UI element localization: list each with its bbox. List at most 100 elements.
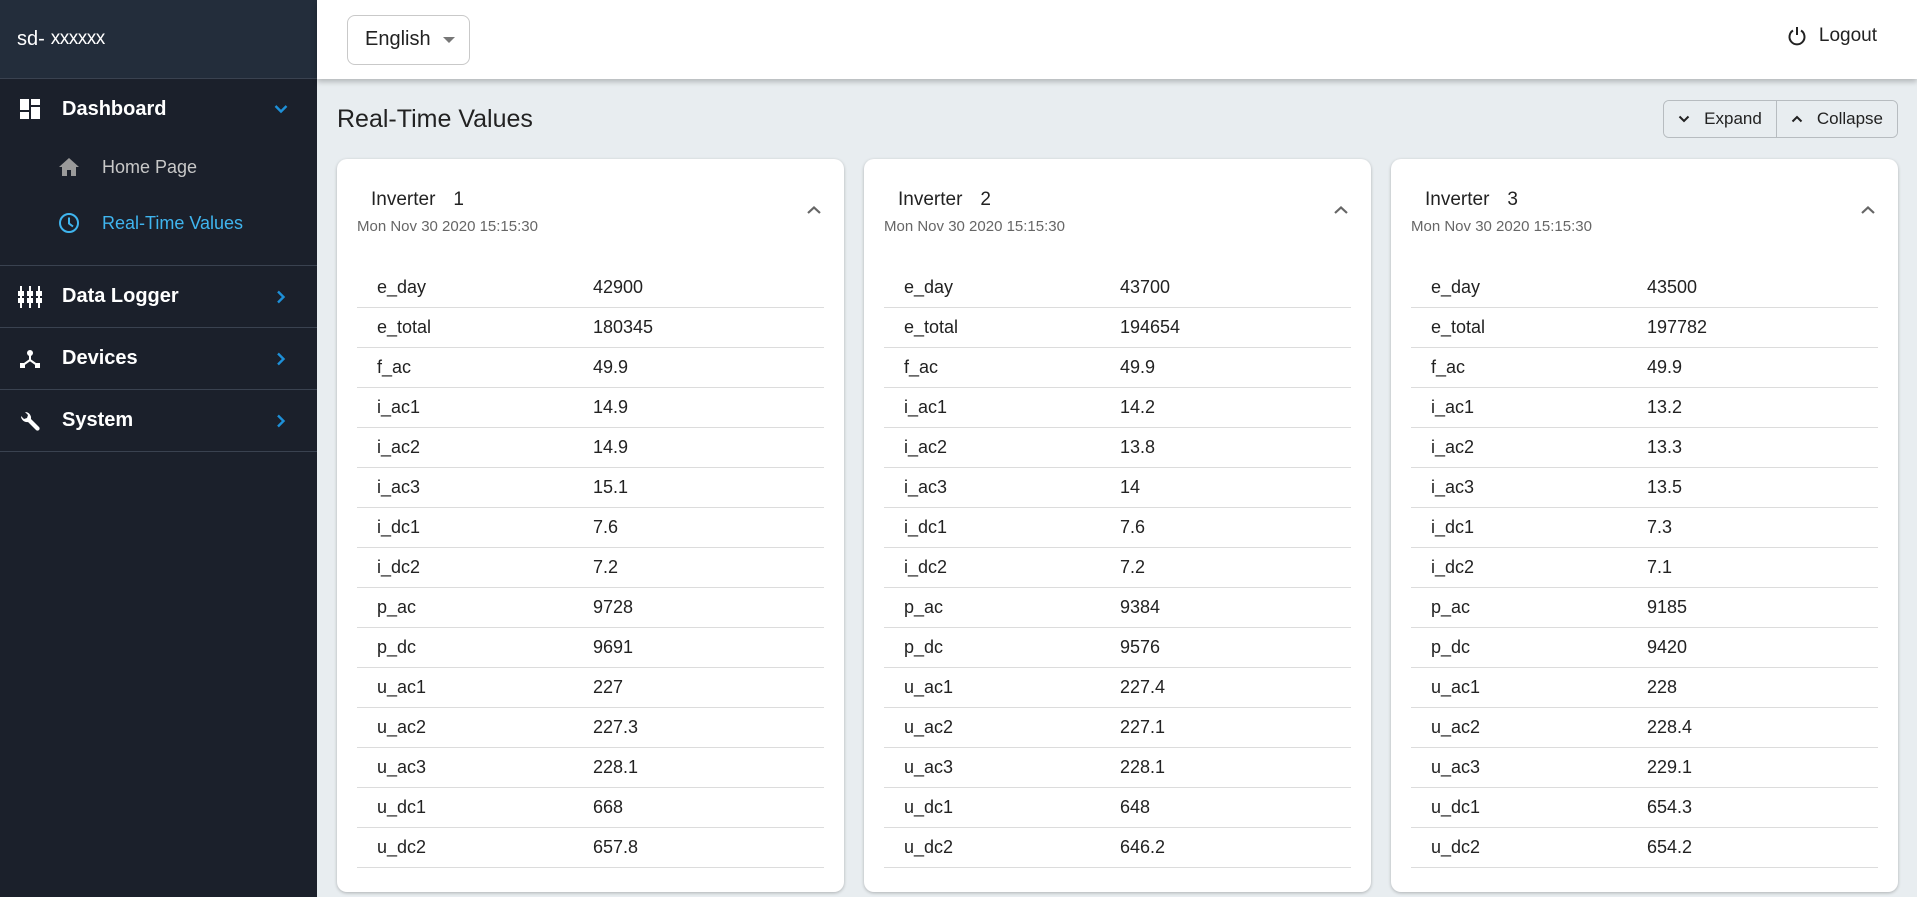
language-select-value: English	[365, 28, 431, 50]
sidebar-brand: sd- xxxxxx	[0, 0, 317, 79]
card-timestamp: Mon Nov 30 2020 15:15:30	[884, 218, 1065, 235]
table-row: i_dc2 7.2	[884, 547, 1351, 588]
row-value: 13.8	[1120, 427, 1351, 468]
table-row: i_ac2 14.9	[357, 427, 824, 468]
table-row: i_ac3 15.1	[357, 467, 824, 508]
table-row: u_dc2 657.8	[357, 827, 824, 868]
table-row: u_dc2 646.2	[884, 827, 1351, 868]
row-key: e_day	[884, 269, 1120, 308]
row-value: 14.9	[593, 387, 824, 428]
row-key: e_total	[1411, 307, 1647, 348]
collapse-card-button[interactable]	[1331, 203, 1351, 217]
card-timestamp: Mon Nov 30 2020 15:15:30	[1411, 218, 1592, 235]
inverter-card: Inverter 3 Mon Nov 30 2020 15:15:30 e_day…	[1391, 159, 1898, 892]
power-icon	[1787, 26, 1807, 46]
row-key: u_ac2	[1411, 707, 1647, 748]
table-row: f_ac 49.9	[884, 347, 1351, 388]
chevron-right-icon	[273, 413, 289, 429]
sidebar-item-devices[interactable]: Devices	[0, 328, 317, 389]
card-header[interactable]: Inverter 2 Mon Nov 30 2020 15:15:30	[864, 159, 1371, 269]
table-row: f_ac 49.9	[1411, 347, 1878, 388]
row-value: 648	[1120, 787, 1351, 828]
expand-button[interactable]: Expand	[1664, 101, 1776, 137]
row-key: e_total	[884, 307, 1120, 348]
nav-group-data-logger: Data Logger	[0, 266, 317, 328]
inverter-card: Inverter 1 Mon Nov 30 2020 15:15:30 e_day…	[337, 159, 844, 892]
row-key: u_ac3	[357, 747, 593, 788]
row-value: 13.3	[1647, 427, 1878, 468]
home-icon	[58, 156, 80, 178]
values-table: e_day 42900 e_total 180345 f_ac 49.9 i_ac1 14.9…	[357, 269, 824, 868]
table-row: e_day 42900	[357, 269, 824, 308]
table-row: i_dc2 7.1	[1411, 547, 1878, 588]
table-row: i_ac1 14.2	[884, 387, 1351, 428]
card-title: Inverter 3	[1425, 189, 1518, 211]
table-row: p_dc 9691	[357, 627, 824, 668]
logout-button[interactable]: Logout	[1787, 25, 1877, 47]
sidebar-item-label: Real-Time Values	[102, 212, 244, 233]
row-key: u_ac3	[884, 747, 1120, 788]
row-value: 49.9	[1120, 347, 1351, 388]
card-header[interactable]: Inverter 1 Mon Nov 30 2020 15:15:30	[337, 159, 844, 269]
card-header[interactable]: Inverter 3 Mon Nov 30 2020 15:15:30	[1391, 159, 1898, 269]
row-key: i_ac3	[357, 467, 593, 508]
sidebar-item-home-page[interactable]: Home Page	[0, 139, 317, 195]
nav-group-dashboard: Dashboard Home Page Real-Time Values	[0, 79, 317, 266]
chevron-up-icon	[1334, 206, 1348, 214]
brand-name: xxxxxx	[50, 28, 106, 49]
row-value: 228	[1647, 667, 1878, 708]
collapse-button[interactable]: Collapse	[1775, 101, 1897, 137]
table-row: i_dc1 7.3	[1411, 507, 1878, 548]
sidebar-item-real-time-values[interactable]: Real-Time Values	[0, 195, 317, 251]
row-value: 657.8	[593, 827, 824, 868]
sidebar-item-label: System	[62, 409, 134, 431]
row-value: 9420	[1647, 627, 1878, 668]
table-row: e_total 197782	[1411, 307, 1878, 348]
wrench-icon	[18, 409, 42, 433]
card-number: 3	[1507, 189, 1518, 210]
collapse-card-button[interactable]	[804, 203, 824, 217]
row-key: u_ac3	[1411, 747, 1647, 788]
row-value: 7.6	[593, 507, 824, 548]
sidebar-item-dashboard[interactable]: Dashboard	[0, 79, 317, 139]
row-key: i_dc2	[1411, 547, 1647, 588]
row-key: u_dc1	[357, 787, 593, 828]
collapse-label: Collapse	[1816, 109, 1883, 128]
row-value: 14	[1120, 467, 1351, 508]
row-key: p_ac	[357, 587, 593, 628]
logout-label: Logout	[1818, 25, 1877, 46]
table-row: e_total 194654	[884, 307, 1351, 348]
sidebar-item-system[interactable]: System	[0, 390, 317, 451]
row-value: 646.2	[1120, 827, 1351, 868]
table-row: p_ac 9185	[1411, 587, 1878, 628]
sidebar-item-label: Data Logger	[62, 285, 179, 307]
table-row: p_ac 9728	[357, 587, 824, 628]
sidebar-item-data-logger[interactable]: Data Logger	[0, 266, 317, 327]
values-table: e_day 43500 e_total 197782 f_ac 49.9 i_ac1 13.2…	[1411, 269, 1878, 868]
row-key: u_ac2	[357, 707, 593, 748]
table-row: u_dc2 654.2	[1411, 827, 1878, 868]
table-row: i_dc1 7.6	[357, 507, 824, 548]
sidebar-item-label: Home Page	[102, 156, 198, 177]
brand-prefix: sd-	[17, 27, 45, 50]
chevron-right-icon	[273, 351, 289, 367]
row-key: e_day	[1411, 269, 1647, 308]
row-key: f_ac	[1411, 347, 1647, 388]
clock-icon	[58, 212, 80, 234]
table-row: u_ac1 228	[1411, 667, 1878, 708]
row-key: i_dc1	[1411, 507, 1647, 548]
collapse-card-button[interactable]	[1858, 203, 1878, 217]
table-row: p_ac 9384	[884, 587, 1351, 628]
chevron-up-icon	[807, 206, 821, 214]
language-select[interactable]: English	[347, 14, 470, 65]
row-key: p_ac	[884, 587, 1120, 628]
table-row: u_ac3 228.1	[884, 747, 1351, 788]
row-value: 42900	[593, 269, 824, 308]
chevron-down-icon	[1678, 115, 1690, 123]
expand-collapse-group: Expand Collapse	[1663, 100, 1898, 138]
row-key: i_ac1	[884, 387, 1120, 428]
row-value: 7.2	[1120, 547, 1351, 588]
card-title-label: Inverter	[1425, 189, 1490, 210]
chevron-down-icon	[273, 101, 289, 117]
row-key: i_ac3	[884, 467, 1120, 508]
